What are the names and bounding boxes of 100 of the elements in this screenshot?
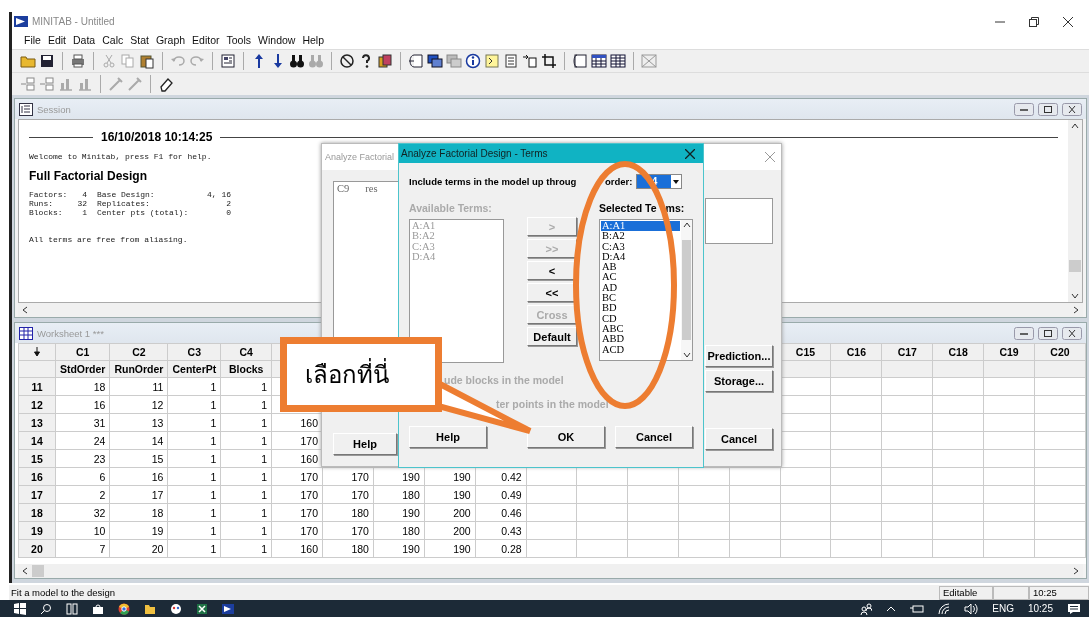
- bag-icon[interactable]: [92, 602, 104, 615]
- save-icon[interactable]: [39, 53, 55, 69]
- column-header[interactable]: C20: [1034, 343, 1086, 361]
- scroll-right-icon[interactable]: [1073, 567, 1079, 575]
- menu-item[interactable]: Editor: [192, 34, 220, 46]
- scrollbar-thumb[interactable]: [1069, 260, 1081, 272]
- bracket-window-icon[interactable]: [572, 53, 588, 69]
- search-icon[interactable]: [40, 602, 52, 615]
- info-icon[interactable]: [465, 53, 481, 69]
- dialog-button[interactable]: Prediction...: [705, 345, 773, 367]
- column-header[interactable]: C1: [55, 343, 110, 361]
- crop-icon[interactable]: [541, 53, 557, 69]
- scrollbar-thumb[interactable]: [682, 240, 691, 340]
- help-button[interactable]: Help: [333, 433, 397, 455]
- binoculars-icon[interactable]: [289, 53, 305, 69]
- list-box[interactable]: [705, 198, 773, 244]
- close-icon[interactable]: [1062, 326, 1082, 340]
- clipboard-icon[interactable]: [139, 53, 155, 69]
- column-header[interactable]: C2: [109, 343, 168, 361]
- close-icon[interactable]: [1062, 102, 1082, 116]
- scroll-down-icon[interactable]: [1071, 293, 1079, 299]
- list-item[interactable]: AB: [601, 262, 680, 273]
- notification-icon[interactable]: [1067, 602, 1081, 615]
- menu-item[interactable]: Graph: [155, 34, 186, 46]
- scroll-right-icon[interactable]: [1073, 306, 1079, 314]
- selected-terms-list[interactable]: A:A1 B:A2 C:A3 D:A4 AB AC AD BC BD CD ABC ABD ACD: [599, 219, 693, 361]
- menu-item[interactable]: Tools: [226, 34, 252, 46]
- language-indicator[interactable]: ENG: [992, 603, 1014, 614]
- list-item[interactable]: BD: [601, 303, 680, 314]
- clock[interactable]: 10:25: [1027, 603, 1053, 614]
- task-view-icon[interactable]: [66, 602, 78, 615]
- menu-item[interactable]: Window: [258, 34, 296, 46]
- maximize-icon[interactable]: [1038, 326, 1058, 340]
- list-item[interactable]: BC: [601, 293, 680, 304]
- menu-item[interactable]: Calc: [102, 34, 124, 46]
- dialog-button[interactable]: Storage...: [705, 370, 773, 392]
- scroll-up-icon[interactable]: [682, 222, 691, 228]
- menu-item[interactable]: Stat: [130, 34, 149, 46]
- list-item[interactable]: B:A2: [601, 231, 680, 242]
- column-header[interactable]: C19: [983, 343, 1035, 361]
- menu-item[interactable]: Edit: [47, 34, 66, 46]
- column-header[interactable]: C15: [780, 343, 831, 361]
- move-button[interactable]: Default: [527, 327, 577, 346]
- table-icon[interactable]: [610, 53, 626, 69]
- list-item[interactable]: CD: [601, 313, 680, 324]
- app-logo-icon[interactable]: [222, 602, 234, 615]
- people-icon[interactable]: [860, 602, 873, 615]
- column-header[interactable]: C3: [167, 343, 221, 361]
- grid-window-icon[interactable]: [591, 53, 607, 69]
- move-button[interactable]: <<: [527, 283, 577, 302]
- cancel-button[interactable]: Cancel: [705, 428, 773, 450]
- scroll-left-icon[interactable]: [22, 567, 28, 575]
- eraser-icon[interactable]: [158, 76, 174, 92]
- arrow-document-icon[interactable]: [522, 53, 538, 69]
- stacked-windows-icon[interactable]: [427, 53, 443, 69]
- paint-icon[interactable]: [170, 602, 182, 615]
- scroll-left-icon[interactable]: [22, 306, 28, 314]
- list-item[interactable]: ABC: [601, 323, 680, 335]
- list-item[interactable]: AC: [601, 272, 680, 283]
- list-item[interactable]: AD: [601, 282, 680, 294]
- minimize-icon[interactable]: [1014, 102, 1034, 116]
- folder-icon[interactable]: [144, 602, 156, 615]
- restore-icon[interactable]: [1029, 16, 1039, 27]
- column-header[interactable]: C18: [932, 343, 984, 361]
- scrollbar-thumb[interactable]: [32, 565, 44, 577]
- list-item[interactable]: A:A1: [601, 221, 680, 232]
- list-item[interactable]: ACD: [601, 344, 680, 355]
- dialog-button[interactable]: Help: [409, 426, 487, 448]
- column-header[interactable]: C16: [830, 343, 882, 361]
- scroll-up-icon[interactable]: [1071, 123, 1079, 129]
- bracket-window-icon[interactable]: [408, 53, 424, 69]
- documents-icon[interactable]: [377, 53, 393, 69]
- close-icon[interactable]: [1063, 16, 1073, 27]
- close-icon[interactable]: [685, 148, 695, 159]
- menu-item[interactable]: Help: [302, 34, 324, 46]
- column-header[interactable]: C4: [220, 343, 272, 361]
- window-icon[interactable]: [220, 53, 236, 69]
- list-item[interactable]: D:A4: [601, 251, 680, 263]
- column-header[interactable]: C17: [881, 343, 933, 361]
- browser-icon[interactable]: [118, 602, 130, 615]
- list-item[interactable]: C9: [337, 184, 350, 195]
- list-item[interactable]: res: [365, 184, 378, 195]
- battery-icon[interactable]: [910, 602, 925, 615]
- scroll-down-icon[interactable]: [682, 352, 691, 358]
- menu-item[interactable]: Data: [73, 34, 96, 46]
- printer-icon[interactable]: [70, 53, 86, 69]
- volume-icon[interactable]: [964, 602, 979, 615]
- start-icon[interactable]: [14, 602, 26, 615]
- list-item[interactable]: ABD: [601, 334, 680, 345]
- no-entry-icon[interactable]: [339, 53, 355, 69]
- dialog-button[interactable]: OK: [527, 426, 605, 448]
- spreadsheet-icon[interactable]: [196, 602, 208, 615]
- minimize-icon[interactable]: [1014, 326, 1034, 340]
- dialog-button[interactable]: Cancel: [615, 426, 693, 448]
- note-icon[interactable]: [484, 53, 500, 69]
- maximize-icon[interactable]: [1038, 102, 1058, 116]
- list-item[interactable]: C:A3: [601, 241, 680, 252]
- menu-item[interactable]: File: [24, 34, 41, 46]
- down-arrow-icon[interactable]: [33, 347, 40, 356]
- move-button[interactable]: <: [527, 261, 577, 280]
